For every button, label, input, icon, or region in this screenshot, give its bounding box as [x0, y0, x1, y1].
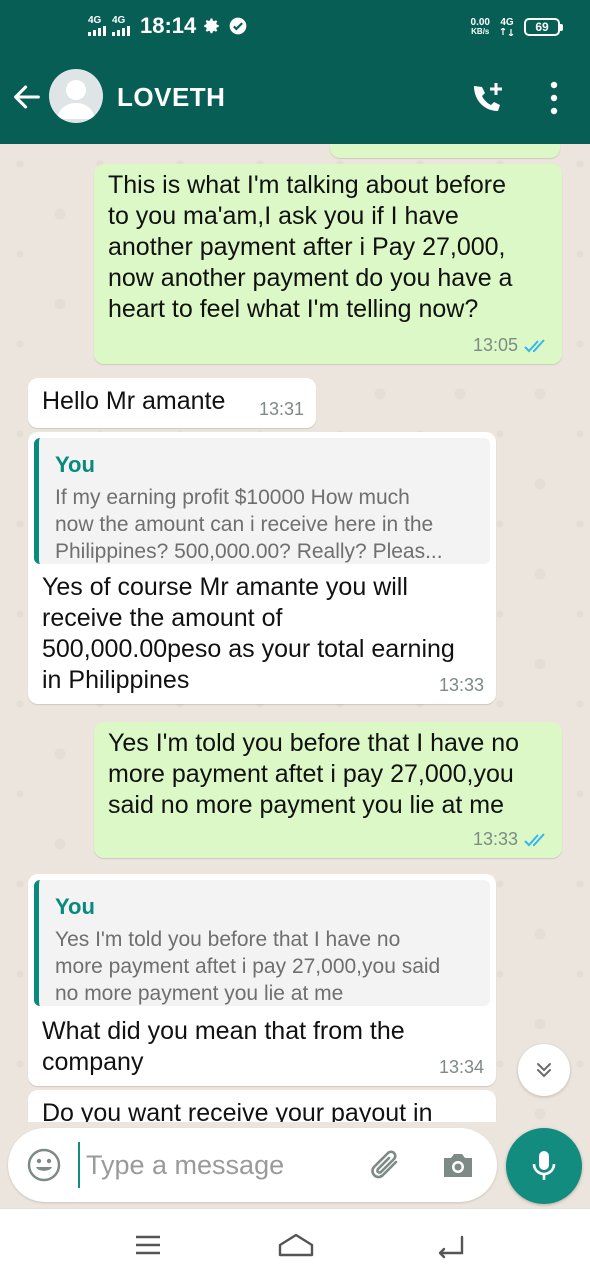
quoted-message[interactable]: You If my earning profit $10000 How much…	[34, 438, 490, 564]
message-line: more payment aftet i pay 27,000,you	[108, 760, 514, 788]
message-line: This is what I'm talking about before	[108, 171, 507, 199]
status-bar: 4G 4G 18:14 0.00 KB/s 4G 69	[0, 0, 590, 52]
default-avatar-icon	[57, 80, 95, 119]
double-chevron-down-icon	[537, 1063, 551, 1078]
message-time: 13:34	[438, 1057, 484, 1077]
settings-gear-icon	[202, 16, 222, 36]
add-call-icon[interactable]	[468, 80, 506, 116]
quote-line: Yes I'm told you before that I have no	[55, 928, 401, 951]
signal-sim1: 4G	[88, 16, 106, 36]
home-icon[interactable]	[276, 1227, 316, 1263]
network-speed: 0.00 KB/s	[471, 17, 490, 37]
quote-line: no more payment you lie at me	[55, 982, 344, 1005]
quote-line: If my earning profit $10000 How much	[55, 486, 410, 509]
signal-sim2: 4G	[112, 16, 130, 36]
contact-avatar[interactable]	[49, 69, 103, 123]
message-time: 13:05	[472, 335, 518, 355]
message-time: 13:31	[258, 399, 304, 419]
network-type-1: 4G	[88, 15, 102, 26]
incoming-reply-message[interactable]: You If my earning profit $10000 How much…	[28, 432, 496, 704]
battery-level: 69	[535, 20, 549, 34]
message-time: 13:33	[438, 675, 484, 695]
paperclip-icon[interactable]	[368, 1146, 404, 1184]
incoming-message[interactable]: Hello Mr amante 13:31	[28, 378, 316, 428]
message-meta: 13:05	[473, 335, 548, 356]
outgoing-message[interactable]: Yes I'm told you before that I have no m…	[94, 722, 562, 858]
microphone-icon	[532, 1151, 556, 1180]
message-time: 13:33	[472, 829, 518, 849]
camera-icon[interactable]	[440, 1147, 476, 1183]
message-line: receive the amount of	[42, 604, 283, 632]
message-line: said no more payment you lie at me	[108, 791, 505, 819]
read-receipt-icon	[524, 832, 545, 846]
back-arrow-icon[interactable]	[10, 80, 44, 114]
incoming-reply-message[interactable]: You Yes I'm told you before that I have …	[28, 874, 496, 1086]
data-arrows-icon	[500, 28, 514, 36]
message-line: Yes of course Mr amante you will	[42, 573, 408, 601]
message-line: Hello Mr amante	[42, 387, 226, 415]
message-line: now another payment do you have a	[108, 264, 513, 292]
quote-author: You	[55, 452, 95, 477]
quoted-message[interactable]: You Yes I'm told you before that I have …	[34, 880, 490, 1006]
message-line: 500,000.00peso as your total earning	[42, 635, 455, 663]
recent-apps-icon[interactable]	[130, 1227, 166, 1263]
network-right: 4G	[500, 18, 514, 36]
message-line: Do you want receive your payout in	[42, 1099, 433, 1122]
message-line: company	[42, 1048, 144, 1076]
status-left: 4G 4G 18:14	[88, 12, 248, 40]
voice-record-button[interactable]	[506, 1128, 582, 1204]
signal-bars-icon	[88, 26, 106, 36]
message-line: heart to feel what I'm telling now?	[108, 295, 479, 323]
network-type-right: 4G	[500, 17, 514, 28]
previous-message-bubble[interactable]	[330, 144, 560, 158]
signal-bars-icon	[112, 26, 130, 36]
system-nav-bar	[0, 1208, 590, 1280]
chat-area[interactable]: This is what I'm talking about before to…	[0, 144, 590, 1122]
chat-header: LOVETH	[0, 52, 590, 144]
contact-name[interactable]: LOVETH	[117, 82, 225, 113]
message-meta: 13:31	[259, 399, 304, 420]
quote-line: more payment aftet i pay 27,000,you said	[55, 955, 441, 978]
message-meta: 13:34	[439, 1057, 484, 1078]
quote-line: now the amount can i receive here in the	[55, 513, 434, 536]
quote-line: Philippines? 500,000.00? Really? Pleas..…	[55, 540, 443, 563]
message-input[interactable]	[78, 1142, 358, 1188]
message-meta: 13:33	[439, 675, 484, 696]
outgoing-message[interactable]: This is what I'm talking about before to…	[94, 164, 562, 364]
composer-bar	[0, 1122, 590, 1208]
back-nav-icon[interactable]	[432, 1227, 468, 1263]
message-meta: 13:33	[473, 829, 548, 850]
message-line: What did you mean that from the	[42, 1017, 405, 1045]
status-time: 18:14	[140, 13, 197, 38]
emoji-icon[interactable]	[26, 1147, 62, 1183]
incoming-message[interactable]: Do you want receive your payout in	[28, 1090, 496, 1122]
speed-unit: KB/s	[471, 27, 490, 37]
read-receipt-icon	[524, 338, 545, 352]
battery-icon: 69	[524, 18, 563, 36]
composer-pill	[8, 1128, 497, 1202]
check-circle-icon	[228, 16, 248, 36]
message-line: another payment after i Pay 27,000,	[108, 233, 506, 261]
status-right: 0.00 KB/s 4G 69	[471, 14, 563, 40]
more-vertical-icon[interactable]	[540, 80, 568, 116]
network-type-2: 4G	[112, 15, 126, 26]
message-line: in Philippines	[42, 666, 190, 694]
scroll-to-bottom-button[interactable]	[518, 1044, 570, 1096]
message-line: Yes I'm told you before that I have no	[108, 729, 520, 757]
message-line: to you ma'am,I ask you if I have	[108, 202, 459, 230]
quote-author: You	[55, 894, 95, 919]
